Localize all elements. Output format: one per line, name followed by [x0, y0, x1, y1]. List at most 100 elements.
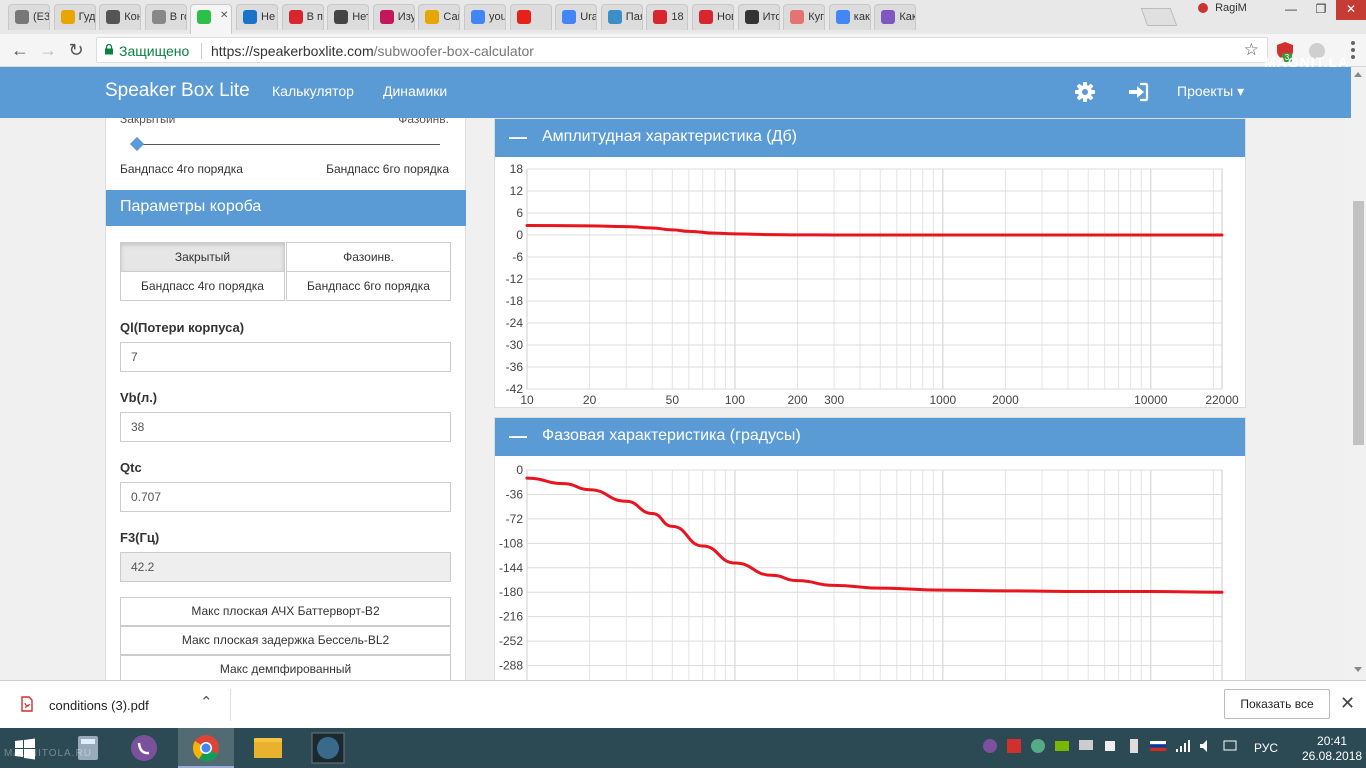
minimize-button[interactable]: —: [1276, 0, 1306, 20]
notifications-icon[interactable]: [1222, 738, 1238, 754]
sign-in-icon[interactable]: [1127, 82, 1149, 102]
restore-button[interactable]: ❐: [1306, 0, 1336, 20]
box-type-slider-handle[interactable]: [130, 137, 144, 151]
bookmark-star-icon[interactable]: ☆: [1244, 40, 1259, 60]
box-type-bandpass6-button[interactable]: Бандпасс 6го порядка: [286, 271, 451, 301]
url-path: /subwoofer-box-calculator: [374, 43, 534, 59]
browser-tab[interactable]: Ura: [555, 4, 597, 30]
tab-title: 18: [671, 11, 683, 23]
ql-input[interactable]: 7: [120, 342, 451, 372]
tab-favicon-icon: [289, 10, 303, 24]
antivirus-tray-icon[interactable]: [1006, 738, 1022, 754]
url-separator: [201, 43, 202, 59]
slider-bottom-right-label: Бандпасс 6го порядка: [326, 162, 449, 176]
tab-title: Не: [261, 11, 275, 23]
box-type-slider-track[interactable]: [136, 144, 440, 145]
taskbar-viber[interactable]: [116, 728, 172, 768]
forward-button[interactable]: →: [36, 38, 60, 62]
browser-tab[interactable]: В го: [145, 4, 187, 30]
browser-tab[interactable]: [510, 4, 552, 30]
tab-title: you: [489, 11, 506, 23]
scroll-up-icon[interactable]: [1354, 72, 1362, 77]
browser-tab[interactable]: Пая: [601, 4, 643, 30]
preset-critically-damped-button[interactable]: Макс демпфированный: [120, 655, 451, 680]
tab-title: Нов: [717, 11, 734, 23]
viber-tray-icon[interactable]: [982, 738, 998, 754]
tab-title: Сай: [443, 11, 460, 23]
address-bar[interactable]: Защищено https://speakerboxlite.com/subw…: [96, 37, 1268, 63]
taskbar-explorer[interactable]: [240, 728, 296, 768]
window-close-button[interactable]: ✕: [1336, 0, 1366, 20]
display-tray-icon[interactable]: [1078, 738, 1094, 754]
usb-tray-icon[interactable]: [1126, 738, 1142, 754]
taskbar-clock[interactable]: 20:41 26.08.2018: [1302, 734, 1362, 764]
nav-speakers[interactable]: Динамики: [383, 83, 447, 99]
back-button[interactable]: ←: [8, 38, 32, 62]
browser-tab[interactable]: 18: [646, 4, 688, 30]
close-icon[interactable]: ✕: [1340, 693, 1355, 714]
new-tab-button[interactable]: [1141, 8, 1178, 26]
tab-favicon-icon: [152, 10, 166, 24]
show-all-button[interactable]: Показать все: [1224, 689, 1330, 719]
profile-button[interactable]: RagiM: [1198, 2, 1270, 18]
x-tick-label: 50: [666, 393, 680, 407]
browser-tab[interactable]: ✕: [190, 4, 232, 34]
browser-tab[interactable]: Нов: [692, 4, 734, 30]
taskbar-watermark: MAGNITOLA.RU: [4, 748, 92, 759]
browser-tab[interactable]: Сай: [418, 4, 460, 30]
scrollbar-thumb[interactable]: [1353, 201, 1364, 445]
volume-icon[interactable]: [1198, 738, 1214, 754]
network-monitor-tray-icon[interactable]: [1030, 738, 1046, 754]
download-filename[interactable]: conditions (3).pdf: [49, 698, 149, 713]
profile-icon: [1198, 3, 1208, 13]
reload-button[interactable]: ↻: [64, 38, 88, 62]
browser-tab[interactable]: Куг: [783, 4, 825, 30]
tab-title: Кон: [124, 11, 141, 23]
collapse-icon[interactable]: —: [509, 127, 527, 148]
y-tick-label: -108: [499, 536, 523, 550]
projects-dropdown[interactable]: Проекты ▾: [1177, 83, 1244, 100]
browser-tab[interactable]: Как: [874, 4, 916, 30]
phase-panel-header[interactable]: — Фазовая характеристика (градусы): [495, 418, 1245, 456]
browser-tab[interactable]: you: [464, 4, 506, 30]
box-type-ported-button[interactable]: Фазоинв.: [286, 242, 451, 272]
taskbar-winiso[interactable]: [300, 728, 356, 768]
browser-tab[interactable]: Нет: [327, 4, 369, 30]
tab-favicon-icon: [653, 10, 667, 24]
browser-tab[interactable]: Изу: [373, 4, 415, 30]
preset-bessel-button[interactable]: Макс плоская задержка Бессель-BL2: [120, 626, 451, 655]
secure-label: Защищено: [119, 43, 189, 59]
gear-icon[interactable]: [1075, 82, 1095, 102]
y-tick-label: -216: [499, 610, 523, 624]
browser-tab[interactable]: (E3: [8, 4, 50, 30]
browser-tab[interactable]: как: [829, 4, 871, 30]
preset-butterworth-button[interactable]: Макс плоская АЧХ Баттерворт-B2: [120, 597, 451, 626]
amplitude-panel-header[interactable]: — Амплитудная характеристика (Дб): [495, 119, 1245, 157]
nav-calculator[interactable]: Калькулятор: [272, 83, 354, 99]
browser-tab[interactable]: Кон: [99, 4, 141, 30]
amplitude-panel: — Амплитудная характеристика (Дб) 181260…: [494, 118, 1246, 408]
input-language[interactable]: РУС: [1254, 741, 1278, 755]
browser-tab[interactable]: В п: [282, 4, 324, 30]
qtc-input[interactable]: 0.707: [120, 482, 451, 512]
box-type-bandpass4-button[interactable]: Бандпасс 4го порядка: [120, 271, 285, 301]
collapse-icon[interactable]: —: [509, 426, 527, 447]
page-scrollbar[interactable]: [1351, 67, 1366, 680]
nvidia-tray-icon[interactable]: [1054, 738, 1070, 754]
chevron-up-icon[interactable]: ⌃: [200, 693, 213, 711]
site-brand[interactable]: Speaker Box Lite: [105, 80, 250, 102]
y-tick-label: -180: [499, 585, 523, 599]
url-text[interactable]: https://speakerboxlite.com/subwoofer-box…: [211, 43, 534, 59]
browser-tab[interactable]: Ито: [738, 4, 780, 30]
taskbar-chrome[interactable]: [178, 728, 234, 768]
tab-title: как: [854, 11, 870, 23]
tab-title: Пая: [626, 11, 643, 23]
browser-tab[interactable]: Гуд: [54, 4, 96, 30]
wifi-signal-icon[interactable]: [1174, 738, 1190, 754]
vb-input[interactable]: 38: [120, 412, 451, 442]
scroll-down-icon[interactable]: [1354, 667, 1362, 672]
tab-close-icon[interactable]: ✕: [220, 10, 228, 21]
browser-tab[interactable]: Не: [236, 4, 278, 30]
app-tray-icon[interactable]: [1102, 738, 1118, 754]
box-type-closed-button[interactable]: Закрытый: [120, 242, 285, 272]
